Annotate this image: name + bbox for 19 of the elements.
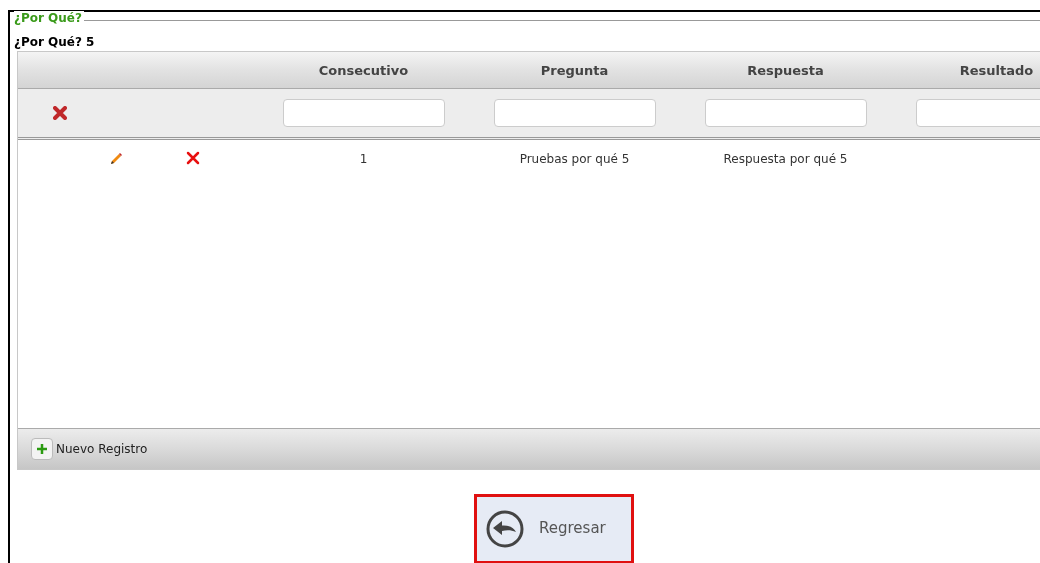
filter-field[interactable] <box>704 99 867 127</box>
column-header[interactable]: Resultado <box>959 62 1034 78</box>
filter-field[interactable] <box>282 99 445 127</box>
table-cell: Pruebas por qué 5 <box>519 152 630 166</box>
column-header[interactable]: Respuesta <box>747 62 824 78</box>
clear-filter-icon[interactable] <box>53 106 67 120</box>
plus-icon <box>36 443 48 455</box>
column-header[interactable]: Pregunta <box>540 62 609 78</box>
table-cell: 1 <box>359 152 368 166</box>
delete-icon[interactable] <box>186 150 200 165</box>
table-cell: Respuesta por qué 5 <box>723 152 848 166</box>
grid-title: ¿Por Qué? 5 <box>14 35 96 49</box>
back-button[interactable]: Regresar <box>474 494 634 563</box>
filter-field[interactable] <box>915 99 1040 127</box>
fieldset-legend: ¿Por Qué? <box>14 11 84 25</box>
edit-pencil-icon[interactable] <box>108 152 123 166</box>
column-header[interactable]: Consecutivo <box>318 62 409 78</box>
filter-field[interactable] <box>493 99 656 127</box>
new-record-button[interactable]: Nuevo Registro <box>31 438 148 460</box>
